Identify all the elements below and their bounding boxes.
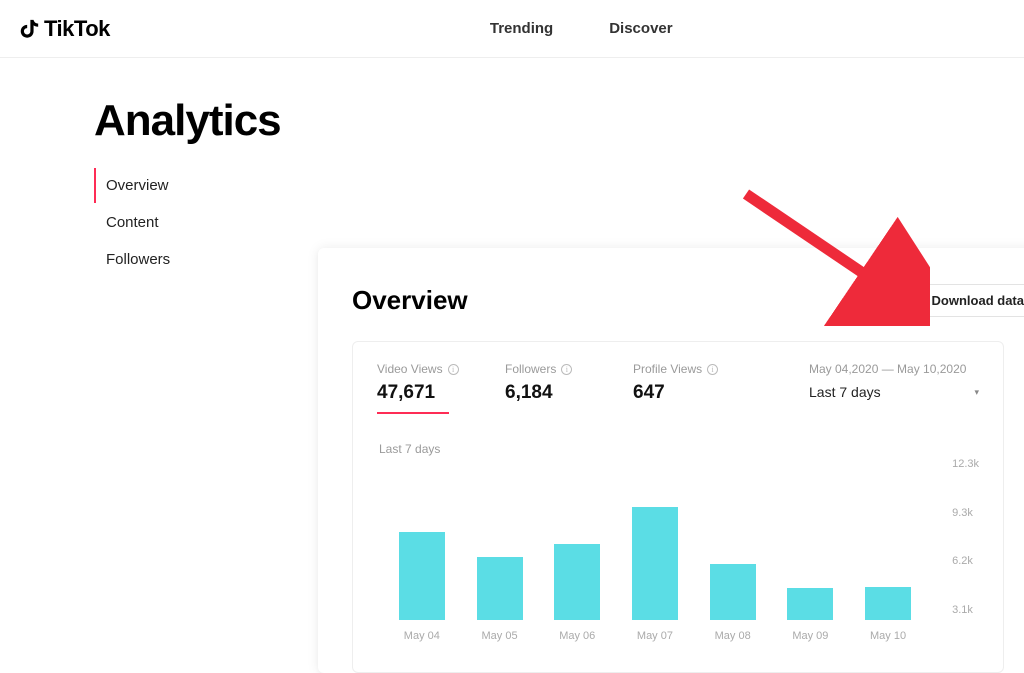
panel-title: Overview	[352, 285, 468, 316]
chevron-down-icon: ▾	[974, 387, 979, 398]
chart-bar[interactable]: May 08	[698, 564, 768, 642]
download-label: Download data	[932, 293, 1024, 308]
top-nav: Trending Discover	[490, 20, 673, 37]
metric-value: 6,184	[505, 382, 633, 412]
metric-value: 47,671	[377, 382, 449, 414]
y-tick: 3.1k	[952, 604, 973, 616]
date-range-text: May 04,2020 — May 10,2020	[809, 362, 979, 376]
y-tick: 6.2k	[952, 555, 973, 567]
bar	[554, 544, 600, 620]
brand-logo[interactable]: TikTok	[18, 16, 110, 42]
bar	[787, 588, 833, 620]
chart-bar[interactable]: May 05	[465, 557, 535, 642]
bar	[865, 587, 911, 620]
date-select-label: Last 7 days	[809, 384, 881, 400]
bar	[710, 564, 756, 620]
download-icon	[914, 295, 926, 307]
metrics-row: Video Views i 47,671 Followers i 6,184 P…	[377, 362, 979, 414]
nav-trending[interactable]: Trending	[490, 20, 553, 37]
sidebar-item-content[interactable]: Content	[94, 205, 274, 240]
page: Analytics Overview Content Followers Ove…	[0, 58, 1024, 146]
chart-subtitle: Last 7 days	[379, 442, 979, 456]
panel-header: Overview Download data	[318, 284, 1024, 341]
video-views-chart: May 04 May 05 May 06 May 07 May 08 May 09 May …	[377, 462, 979, 642]
metric-profile-views[interactable]: Profile Views i 647	[633, 362, 761, 412]
info-icon[interactable]: i	[561, 364, 572, 375]
top-bar: TikTok Trending Discover	[0, 0, 1024, 58]
info-icon[interactable]: i	[448, 364, 459, 375]
bar-label: May 07	[637, 630, 673, 642]
info-icon[interactable]: i	[707, 364, 718, 375]
chart-bar[interactable]: May 07	[620, 507, 690, 642]
download-data-button[interactable]: Download data	[899, 284, 1024, 317]
sidebar-item-overview[interactable]: Overview	[94, 168, 274, 203]
date-block: May 04,2020 — May 10,2020 Last 7 days ▾	[809, 362, 979, 400]
bar	[399, 532, 445, 620]
bar-label: May 09	[792, 630, 828, 642]
chart-bar[interactable]: May 06	[542, 544, 612, 642]
sidebar-item-label: Content	[106, 214, 159, 231]
bar-label: May 05	[482, 630, 518, 642]
sidebar: Overview Content Followers	[94, 168, 274, 279]
metric-value: 647	[633, 382, 761, 412]
bar-label: May 10	[870, 630, 906, 642]
bar	[477, 557, 523, 620]
tiktok-icon	[18, 17, 40, 41]
metric-label: Profile Views i	[633, 362, 761, 376]
bar	[632, 507, 678, 620]
metric-label: Video Views i	[377, 362, 505, 376]
page-title: Analytics	[94, 96, 1024, 146]
chart-bar[interactable]: May 10	[853, 587, 923, 642]
chart-bars: May 04 May 05 May 06 May 07 May 08 May 09 May …	[377, 492, 933, 642]
metric-followers[interactable]: Followers i 6,184	[505, 362, 633, 412]
sidebar-item-label: Followers	[106, 251, 170, 268]
bar-label: May 06	[559, 630, 595, 642]
metric-video-views[interactable]: Video Views i 47,671	[377, 362, 505, 414]
chart-bar[interactable]: May 04	[387, 532, 457, 642]
bar-label: May 04	[404, 630, 440, 642]
chart-bar[interactable]: May 09	[775, 588, 845, 642]
metric-label: Followers i	[505, 362, 633, 376]
y-tick: 9.3k	[952, 507, 973, 519]
y-tick: 12.3k	[952, 458, 979, 470]
sidebar-item-label: Overview	[106, 177, 169, 194]
date-range-select[interactable]: Last 7 days ▾	[809, 384, 979, 400]
chart-yaxis: 12.3k 9.3k 6.2k 3.1k	[952, 458, 979, 616]
bar-label: May 08	[715, 630, 751, 642]
nav-discover[interactable]: Discover	[609, 20, 672, 37]
brand-text: TikTok	[44, 16, 110, 42]
overview-panel: Overview Download data Video Views i 47,…	[318, 248, 1024, 673]
sidebar-item-followers[interactable]: Followers	[94, 242, 274, 277]
metrics-card: Video Views i 47,671 Followers i 6,184 P…	[352, 341, 1004, 673]
